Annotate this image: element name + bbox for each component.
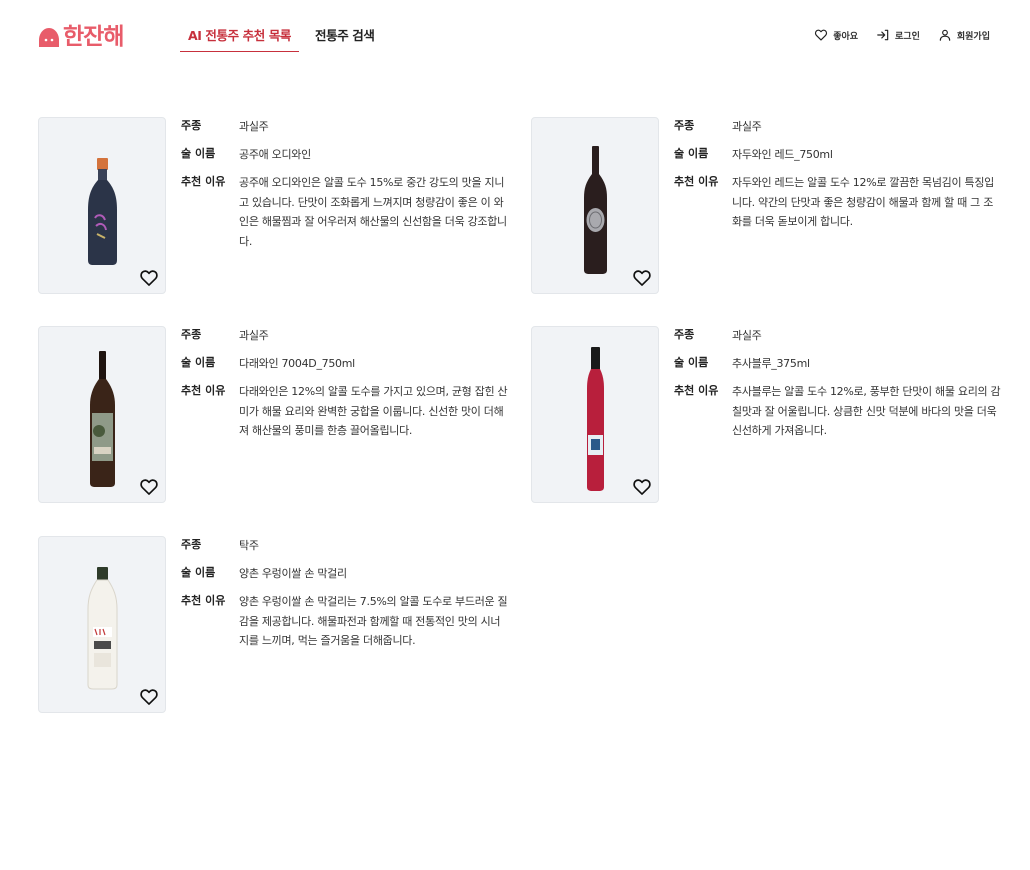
name-label: 술 이름 bbox=[181, 147, 216, 160]
type-value: 탁주 bbox=[239, 539, 259, 552]
product-info: 주종 과실주 술 이름 자두와인 레드_750ml 추천 이유 자두와인 레드는 알콜… bbox=[674, 117, 1002, 232]
reason-value: 추사블루는 알콜 도수 12%로, 풍부한 단맛이 해물 요리의 감칠맛과 잘 … bbox=[732, 385, 1001, 437]
product-image[interactable] bbox=[531, 117, 659, 294]
reason-label: 추천 이유 bbox=[181, 594, 226, 607]
signup-label: 회원가입 bbox=[956, 31, 990, 42]
heart-icon[interactable] bbox=[632, 477, 652, 497]
recommendation-card: 주종 과실주 술 이름 다래와인 7004D_750ml 추천 이유 다래와인은 12… bbox=[38, 326, 508, 504]
name-value: 공주애 오디와인 bbox=[239, 148, 311, 161]
product-image[interactable] bbox=[38, 536, 166, 713]
type-label: 주종 bbox=[674, 119, 695, 132]
tab-search[interactable]: 전통주 검색 bbox=[315, 28, 375, 44]
name-value: 다래와인 7004D_750ml bbox=[239, 357, 355, 370]
reason-label: 추천 이유 bbox=[181, 175, 226, 188]
name-label: 술 이름 bbox=[674, 147, 709, 160]
type-label: 주종 bbox=[181, 119, 202, 132]
login-label: 로그인 bbox=[895, 31, 920, 42]
reason-value: 다래와인은 12%의 알콜 도수를 가지고 있으며, 균형 잡힌 산미가 해물 … bbox=[239, 385, 508, 437]
logo[interactable]: 한잔해 bbox=[38, 24, 124, 50]
heart-icon bbox=[815, 29, 828, 41]
reason-value: 공주애 오디와인은 알콜 도수 15%로 중간 강도의 맛을 지니고 있습니다.… bbox=[239, 176, 507, 248]
product-info: 주종 과실주 술 이름 공주애 오디와인 추천 이유 공주애 오디와인은 알콜 도수 … bbox=[181, 117, 509, 251]
type-value: 과실주 bbox=[239, 329, 269, 342]
header-actions: 좋아요 로그인 회원가입 bbox=[814, 28, 990, 42]
user-icon bbox=[939, 29, 951, 41]
recommendation-card: 주종 탁주 술 이름 양촌 우렁이쌀 손 막걸리 추천 이유 양촌 우렁이쌀 손 막걸… bbox=[38, 536, 508, 714]
signup-link[interactable]: 회원가입 bbox=[938, 28, 990, 42]
tab-ai-recommendations[interactable]: AI 전통주 추천 목록 bbox=[180, 28, 299, 52]
reason-label: 추천 이유 bbox=[674, 175, 719, 188]
login-link[interactable]: 로그인 bbox=[876, 28, 920, 42]
name-value: 추사블루_375ml bbox=[732, 357, 810, 370]
reason-label: 추천 이유 bbox=[674, 384, 719, 397]
name-value: 양촌 우렁이쌀 손 막걸리 bbox=[239, 567, 347, 580]
recommendation-card: 주종 과실주 술 이름 자두와인 레드_750ml 추천 이유 자두와인 레드는 알콜… bbox=[531, 117, 1001, 295]
logo-icon bbox=[39, 28, 59, 47]
product-info: 주종 과실주 술 이름 다래와인 7004D_750ml 추천 이유 다래와인은 12… bbox=[181, 326, 509, 441]
reason-value: 양촌 우렁이쌀 손 막걸리는 7.5%의 알콜 도수로 부드러운 질감을 제공합… bbox=[239, 595, 508, 647]
like-label: 좋아요 bbox=[833, 31, 859, 42]
logo-text: 한잔해 bbox=[63, 24, 124, 50]
type-label: 주종 bbox=[181, 538, 202, 551]
like-link[interactable]: 좋아요 bbox=[814, 28, 858, 42]
name-label: 술 이름 bbox=[674, 356, 709, 369]
reason-label: 추천 이유 bbox=[181, 384, 226, 397]
recommendation-card: 주종 과실주 술 이름 공주애 오디와인 추천 이유 공주애 오디와인은 알콜 도수 … bbox=[38, 117, 508, 295]
type-value: 과실주 bbox=[732, 120, 762, 133]
name-label: 술 이름 bbox=[181, 356, 216, 369]
product-info: 주종 과실주 술 이름 추사블루_375ml 추천 이유 추사블루는 알콜 도수 12… bbox=[674, 326, 1002, 441]
type-label: 주종 bbox=[181, 328, 202, 341]
product-image[interactable] bbox=[38, 326, 166, 503]
type-value: 과실주 bbox=[239, 120, 269, 133]
name-value: 자두와인 레드_750ml bbox=[732, 148, 833, 161]
product-info: 주종 탁주 술 이름 양촌 우렁이쌀 손 막걸리 추천 이유 양촌 우렁이쌀 손 막걸… bbox=[181, 536, 509, 651]
product-image[interactable] bbox=[38, 117, 166, 294]
reason-value: 자두와인 레드는 알콜 도수 12%로 깔끔한 목넘김이 특징입니다. 약간의 … bbox=[732, 176, 994, 228]
heart-icon[interactable] bbox=[139, 687, 159, 707]
recommendation-card: 주종 과실주 술 이름 추사블루_375ml 추천 이유 추사블루는 알콜 도수 12… bbox=[531, 326, 1001, 504]
login-icon bbox=[877, 29, 889, 41]
heart-icon[interactable] bbox=[139, 477, 159, 497]
product-image[interactable] bbox=[531, 326, 659, 503]
heart-icon[interactable] bbox=[139, 268, 159, 288]
type-value: 과실주 bbox=[732, 329, 762, 342]
type-label: 주종 bbox=[674, 328, 695, 341]
heart-icon[interactable] bbox=[632, 268, 652, 288]
name-label: 술 이름 bbox=[181, 566, 216, 579]
